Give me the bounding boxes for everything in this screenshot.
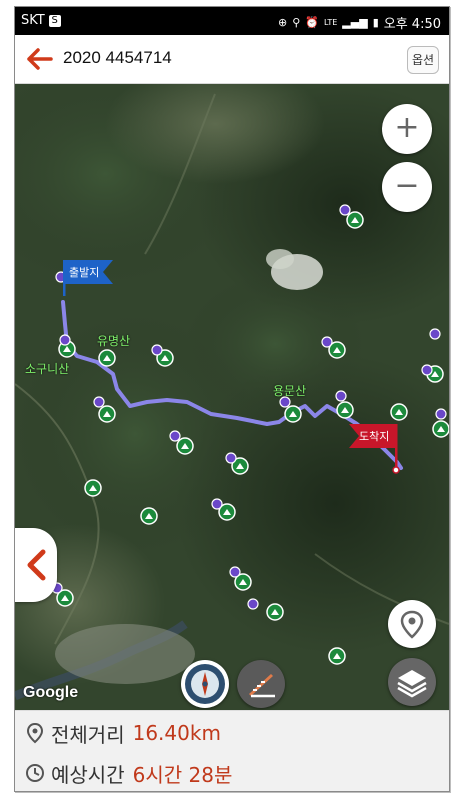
location-pin-icon: [400, 610, 424, 639]
start-flag[interactable]: 출발지: [59, 258, 121, 302]
route-summary: 전체거리 16.40km 예상시간 6시간 28분: [15, 710, 449, 791]
layers-icon: [397, 670, 427, 698]
gps-icon: ⊕: [278, 16, 288, 29]
status-bar: SKT S ⊕ ⚲ ⏰ LTE ▂▄▆ ▮ 오후 4:50: [15, 7, 449, 35]
start-flag-label: 출발지: [69, 266, 100, 279]
app-bar: 2020 4454714 옵션: [15, 35, 449, 84]
compass-button[interactable]: [181, 660, 229, 708]
elevation-icon: [249, 674, 275, 698]
carrier-badge: S: [48, 14, 61, 27]
clock-icon: [26, 764, 44, 782]
map-view[interactable]: 출발지 도착지 유명산 소구니산 용문산 + − Google: [15, 84, 449, 710]
battery-icon: ▮: [372, 16, 379, 29]
google-attribution: Google: [23, 684, 79, 701]
page-title: 2020 4454714: [63, 48, 172, 67]
distance-value: 16.40km: [132, 721, 221, 745]
zoom-out-button[interactable]: −: [382, 162, 432, 212]
place-label-sogunisan: 소구니산: [25, 362, 70, 376]
elevation-profile-button[interactable]: [237, 660, 285, 708]
place-label-yongmunsan: 용문산: [273, 384, 307, 398]
end-flag[interactable]: 도착지: [345, 422, 401, 478]
time-value: 6시간 28분: [132, 762, 233, 787]
my-location-button[interactable]: [388, 600, 436, 648]
location-icon: ⚲: [292, 16, 301, 29]
time-label: 예상시간: [51, 762, 125, 787]
distance-label: 전체거리: [51, 722, 125, 747]
end-flag-label: 도착지: [359, 430, 390, 443]
map-layers-button[interactable]: [388, 658, 436, 706]
alarm-icon: ⏰: [305, 16, 319, 29]
options-button[interactable]: 옵션: [407, 46, 439, 74]
carrier-name: SKT: [21, 13, 45, 28]
zoom-in-button[interactable]: +: [382, 104, 432, 154]
chevron-left-icon: [27, 549, 46, 581]
distance-icon: [26, 722, 44, 744]
signal-icon: ▂▄▆: [342, 16, 368, 29]
side-panel-toggle[interactable]: [15, 528, 57, 602]
compass-icon: [185, 664, 225, 704]
phone-screen: SKT S ⊕ ⚲ ⏰ LTE ▂▄▆ ▮ 오후 4:50 2020 44547…: [14, 6, 450, 792]
distance-row: 전체거리 16.40km: [25, 715, 221, 751]
clock: 오후 4:50: [383, 17, 441, 32]
network-type: LTE: [324, 18, 338, 27]
place-label-yumyeongsan: 유명산: [97, 334, 131, 348]
back-arrow-icon[interactable]: [25, 45, 53, 73]
time-row: 예상시간 6시간 28분: [25, 755, 232, 791]
